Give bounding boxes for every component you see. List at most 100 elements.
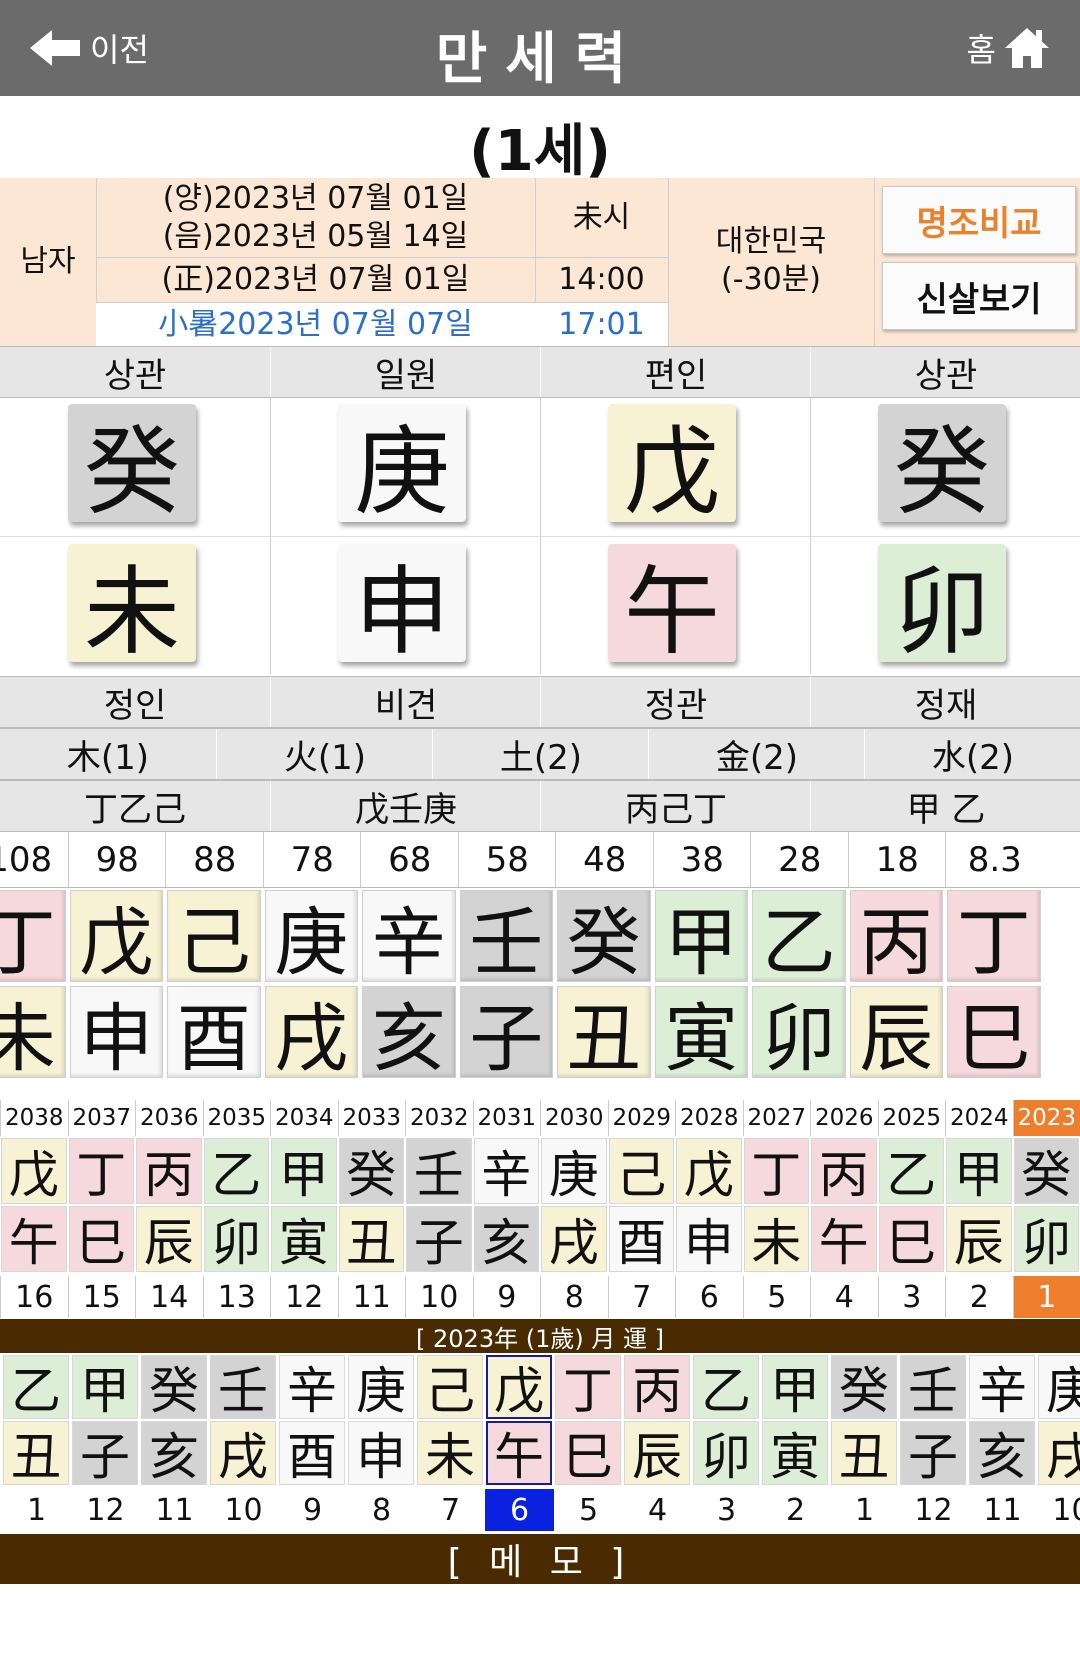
seun-year[interactable]: 2024 bbox=[945, 1100, 1013, 1136]
daeun-branch[interactable]: 辰 bbox=[849, 986, 943, 1082]
seun-branch[interactable]: 辰 bbox=[946, 1206, 1012, 1272]
seun-branch[interactable]: 卯 bbox=[1013, 1206, 1079, 1272]
wolun-branch[interactable]: 巳 bbox=[555, 1421, 621, 1486]
seun-year[interactable]: 2030 bbox=[540, 1100, 608, 1136]
seun-branch[interactable]: 卯 bbox=[203, 1206, 269, 1272]
seun-stem[interactable]: 甲 bbox=[271, 1138, 337, 1204]
seun-year[interactable]: 2038 bbox=[0, 1100, 68, 1136]
seun-branch[interactable]: 辰 bbox=[136, 1206, 202, 1272]
wolun-stem[interactable]: 壬 bbox=[900, 1355, 966, 1420]
daeun-branch[interactable]: 申 bbox=[69, 986, 163, 1082]
seun-branch[interactable]: 巳 bbox=[68, 1206, 134, 1272]
pillar-stem[interactable]: 戊 bbox=[608, 404, 736, 528]
wolun-stem[interactable]: 乙 bbox=[693, 1355, 759, 1420]
wolun-branch[interactable]: 辰 bbox=[624, 1421, 690, 1486]
seun-year[interactable]: 2026 bbox=[810, 1100, 878, 1136]
pillar-branch[interactable]: 申 bbox=[338, 544, 466, 668]
daeun-branch[interactable]: 丑 bbox=[557, 986, 651, 1082]
daeun-stem[interactable]: 癸 bbox=[557, 890, 651, 986]
pillar-branch[interactable]: 午 bbox=[608, 544, 736, 668]
wolun-month[interactable]: 8 bbox=[347, 1489, 416, 1531]
wolun-stem[interactable]: 辛 bbox=[969, 1355, 1035, 1420]
wolun-stem[interactable]: 壬 bbox=[210, 1355, 276, 1420]
wolun-stem[interactable]: 辛 bbox=[279, 1355, 345, 1420]
wolun-month[interactable]: 2 bbox=[761, 1489, 830, 1531]
wolun-month[interactable]: 5 bbox=[554, 1489, 623, 1531]
wolun-branch[interactable]: 亥 bbox=[969, 1421, 1035, 1486]
daeun-branch[interactable]: 未 bbox=[0, 986, 66, 1082]
seun-branch[interactable]: 未 bbox=[743, 1206, 809, 1272]
daeun-stem[interactable]: 戊 bbox=[69, 890, 163, 986]
wolun-branch[interactable]: 戌 bbox=[1038, 1421, 1080, 1486]
daeun-stem[interactable]: 丁 bbox=[947, 890, 1041, 986]
memo-button[interactable]: [ 메 모 ] bbox=[0, 1534, 1080, 1584]
wolun-stem[interactable]: 甲 bbox=[762, 1355, 828, 1420]
wolun-branch[interactable]: 卯 bbox=[693, 1421, 759, 1486]
seun-year[interactable]: 2031 bbox=[472, 1100, 541, 1136]
wolun-month[interactable]: 10 bbox=[1037, 1489, 1080, 1531]
pillar-stem[interactable]: 庚 bbox=[338, 404, 466, 528]
daeun-stem[interactable]: 己 bbox=[167, 890, 261, 986]
seun-branch[interactable]: 丑 bbox=[338, 1206, 404, 1272]
compare-button[interactable]: 명조비교 bbox=[882, 186, 1076, 254]
pillar-stem[interactable]: 癸 bbox=[878, 404, 1006, 528]
daeun-stem[interactable]: 乙 bbox=[752, 890, 846, 986]
daeun-branch[interactable]: 酉 bbox=[167, 986, 261, 1082]
wolun-stem[interactable]: 庚 bbox=[1038, 1355, 1080, 1420]
seun-branch[interactable]: 巳 bbox=[878, 1206, 944, 1272]
seun-stem[interactable]: 癸 bbox=[1013, 1138, 1079, 1204]
seun-stem[interactable]: 庚 bbox=[541, 1138, 607, 1204]
daeun-branch[interactable]: 卯 bbox=[752, 986, 846, 1082]
seun-year[interactable]: 2028 bbox=[675, 1100, 743, 1136]
sinsal-button[interactable]: 신살보기 bbox=[882, 262, 1076, 330]
wolun-branch[interactable]: 申 bbox=[348, 1421, 414, 1486]
seun-branch[interactable]: 寅 bbox=[271, 1206, 337, 1272]
wolun-stem[interactable]: 乙 bbox=[3, 1355, 69, 1420]
wolun-stem[interactable]: 庚 bbox=[348, 1355, 414, 1420]
wolun-stem[interactable]: 己 bbox=[417, 1355, 483, 1420]
seun-year[interactable]: 2037 bbox=[67, 1100, 136, 1136]
seun-year[interactable]: 2035 bbox=[202, 1100, 271, 1136]
wolun-branch[interactable]: 未 bbox=[417, 1421, 483, 1486]
wolun-branch[interactable]: 丑 bbox=[3, 1421, 69, 1486]
daeun-stem[interactable]: 庚 bbox=[264, 890, 358, 986]
wolun-branch[interactable]: 寅 bbox=[762, 1421, 828, 1486]
wolun-month[interactable]: 4 bbox=[623, 1489, 692, 1531]
daeun-branch[interactable]: 亥 bbox=[362, 986, 456, 1082]
wolun-stem[interactable]: 丁 bbox=[555, 1355, 621, 1420]
wolun-month[interactable]: 3 bbox=[692, 1489, 761, 1531]
seun-branch[interactable]: 申 bbox=[676, 1206, 742, 1272]
seun-branch[interactable]: 亥 bbox=[473, 1206, 539, 1272]
seun-branch[interactable]: 戌 bbox=[541, 1206, 607, 1272]
wolun-month[interactable]: 7 bbox=[416, 1489, 485, 1531]
wolun-branch[interactable]: 子 bbox=[900, 1421, 966, 1486]
wolun-month[interactable]: 1 bbox=[830, 1489, 899, 1531]
daeun-stem[interactable]: 甲 bbox=[654, 890, 748, 986]
wolun-stem[interactable]: 戊 bbox=[486, 1355, 552, 1420]
seun-stem[interactable]: 甲 bbox=[946, 1138, 1012, 1204]
seun-branch[interactable]: 酉 bbox=[608, 1206, 674, 1272]
seun-year[interactable]: 2027 bbox=[742, 1100, 811, 1136]
seun-stem[interactable]: 乙 bbox=[203, 1138, 269, 1204]
seun-year[interactable]: 2029 bbox=[607, 1100, 676, 1136]
wolun-month[interactable]: 11 bbox=[140, 1489, 209, 1531]
daeun-stem[interactable]: 壬 bbox=[459, 890, 553, 986]
pillar-branch[interactable]: 卯 bbox=[878, 544, 1006, 668]
wolun-month[interactable]: 6 bbox=[485, 1489, 554, 1531]
daeun-branch[interactable]: 戌 bbox=[264, 986, 358, 1082]
seun-year[interactable]: 2033 bbox=[337, 1100, 406, 1136]
daeun-stem[interactable]: 辛 bbox=[362, 890, 456, 986]
seun-stem[interactable]: 丙 bbox=[136, 1138, 202, 1204]
daeun-branch[interactable]: 巳 bbox=[947, 986, 1041, 1082]
wolun-stem[interactable]: 丙 bbox=[624, 1355, 690, 1420]
seun-stem[interactable]: 己 bbox=[608, 1138, 674, 1204]
wolun-month[interactable]: 12 bbox=[899, 1489, 968, 1531]
wolun-month[interactable]: 12 bbox=[71, 1489, 140, 1531]
seun-stem[interactable]: 丁 bbox=[743, 1138, 809, 1204]
wolun-branch[interactable]: 戌 bbox=[210, 1421, 276, 1486]
seun-stem[interactable]: 丁 bbox=[68, 1138, 134, 1204]
wolun-stem[interactable]: 癸 bbox=[831, 1355, 897, 1420]
seun-branch[interactable]: 子 bbox=[406, 1206, 472, 1272]
pillar-branch[interactable]: 未 bbox=[68, 544, 196, 668]
wolun-branch[interactable]: 丑 bbox=[831, 1421, 897, 1486]
